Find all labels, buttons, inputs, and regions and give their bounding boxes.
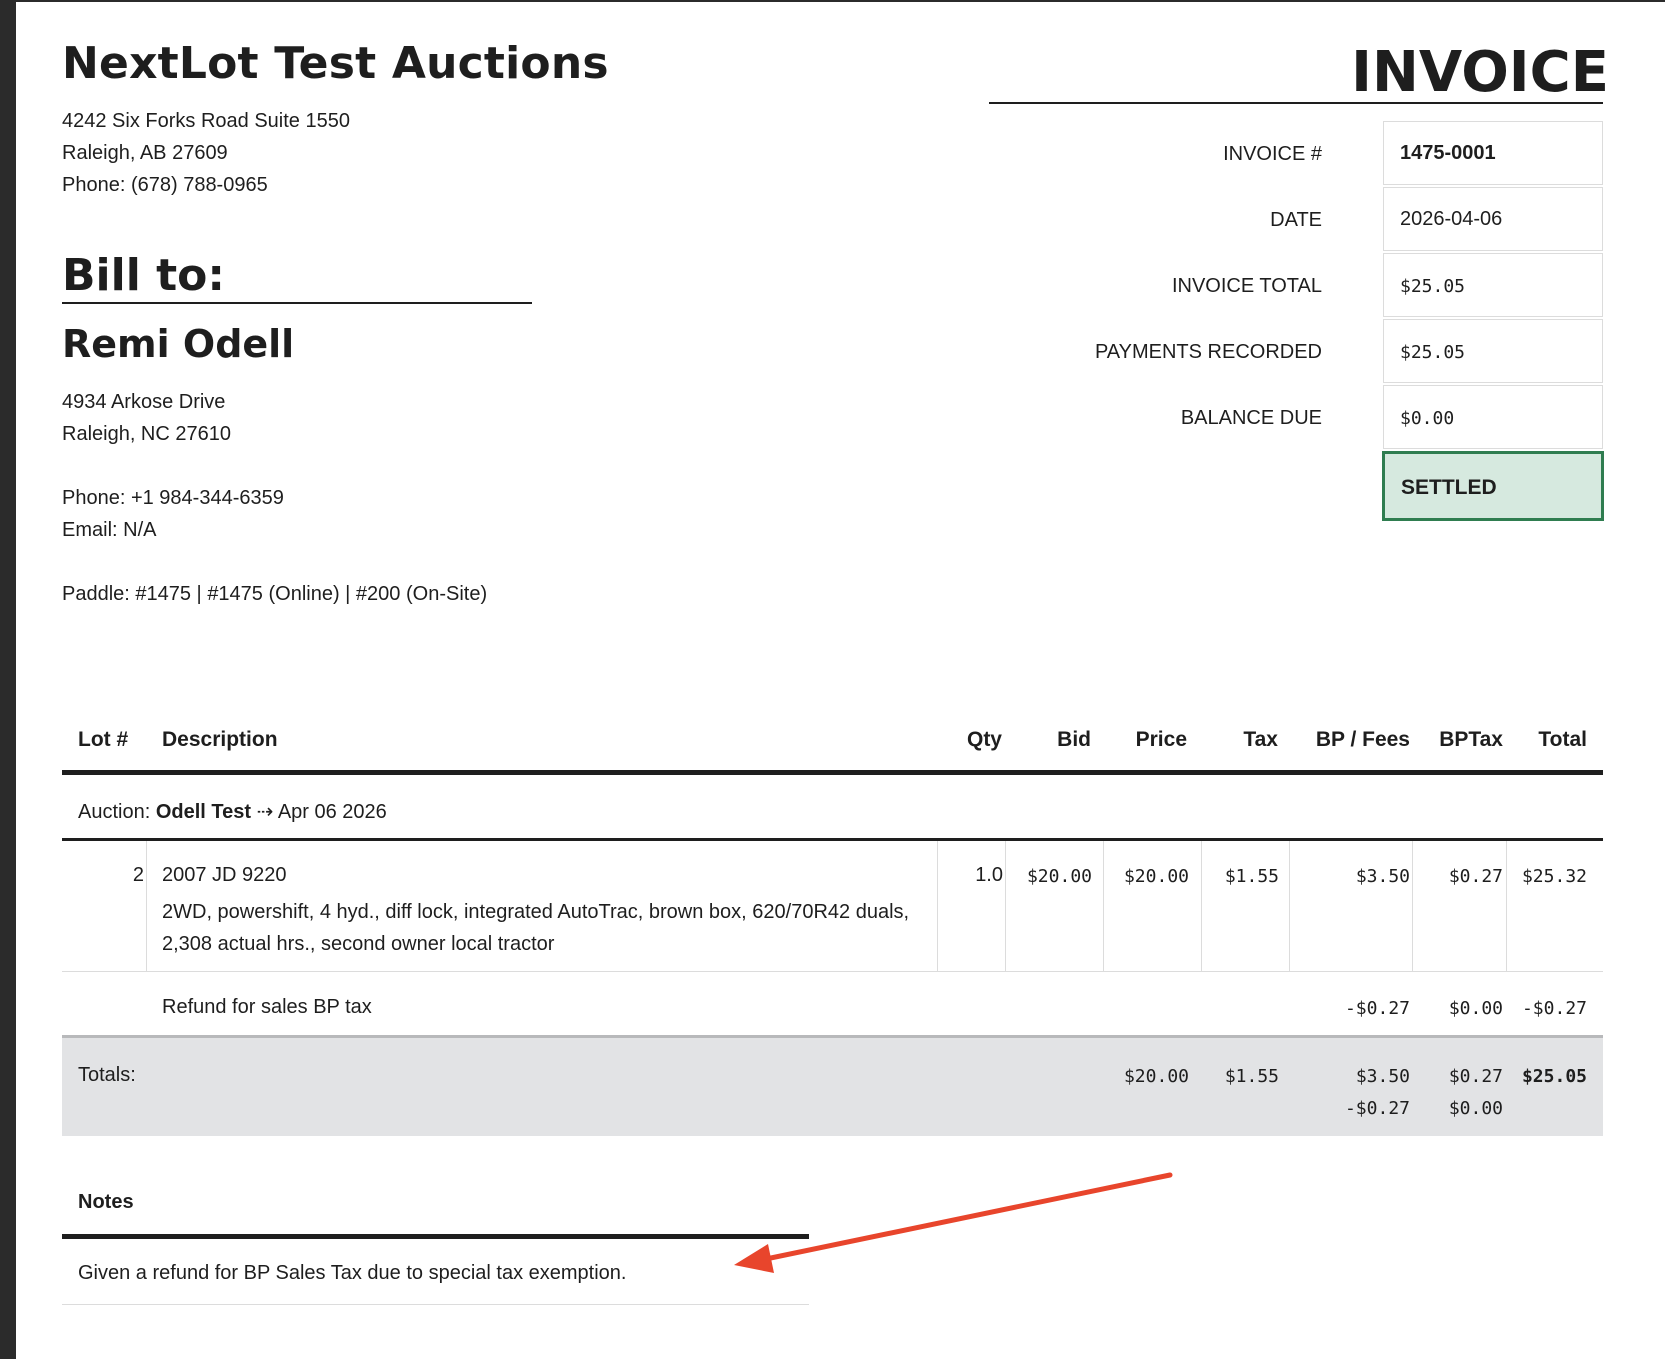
invoice-page: NextLot Test Auctions 4242 Six Forks Roa…: [16, 2, 1665, 1359]
annotation-arrow-icon: [734, 1172, 1173, 1273]
